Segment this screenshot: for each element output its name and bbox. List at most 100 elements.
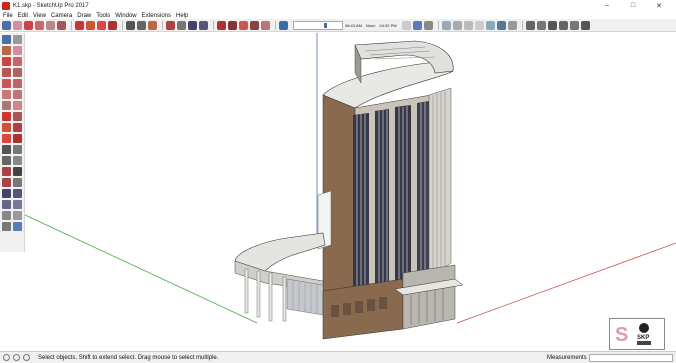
- rectangle-tool-icon[interactable]: [2, 68, 11, 77]
- shapes-tool-icon[interactable]: [46, 20, 55, 30]
- move-tool-icon[interactable]: [75, 20, 84, 30]
- maximize-button[interactable]: □: [620, 0, 646, 11]
- position-camera-icon[interactable]: [2, 211, 11, 220]
- top-view-icon[interactable]: [536, 20, 546, 30]
- move-tool-icon[interactable]: [2, 112, 11, 121]
- share-model-icon[interactable]: [228, 20, 237, 30]
- line-tool-icon[interactable]: [2, 57, 11, 66]
- arc-tool-icon[interactable]: [35, 20, 44, 30]
- pie-tool-icon[interactable]: [13, 101, 22, 110]
- shadow-time-start: 06:43 AM: [345, 22, 362, 28]
- monochrome-icon[interactable]: [507, 20, 517, 30]
- menu-file[interactable]: File: [3, 13, 13, 19]
- front-view-icon[interactable]: [547, 20, 557, 30]
- menu-view[interactable]: View: [33, 13, 46, 19]
- menu-extensions[interactable]: Extensions: [142, 13, 171, 19]
- protractor-tool-icon[interactable]: [2, 156, 11, 165]
- line-tool-icon[interactable]: [24, 20, 33, 30]
- polygon-tool-icon[interactable]: [13, 79, 22, 88]
- arc-tool-icon[interactable]: [2, 90, 11, 99]
- zoom-tool-icon[interactable]: [188, 20, 197, 30]
- shaded-textures-icon[interactable]: [496, 20, 506, 30]
- zoom-tool-icon[interactable]: [2, 189, 11, 198]
- push-pull-tool-icon[interactable]: [57, 20, 66, 30]
- layout-icon[interactable]: [250, 20, 259, 30]
- paint-bucket-icon[interactable]: [148, 20, 157, 30]
- scale-tool-icon[interactable]: [2, 134, 11, 143]
- model-viewport[interactable]: [25, 33, 676, 351]
- menu-edit[interactable]: Edit: [18, 13, 28, 19]
- pan-tool-icon[interactable]: [177, 20, 186, 30]
- select-tool-icon[interactable]: [2, 35, 11, 44]
- scale-tool-icon[interactable]: [97, 20, 106, 30]
- tape-measure-icon[interactable]: [2, 145, 11, 154]
- dimension-tool-icon[interactable]: [13, 145, 22, 154]
- freehand-tool-icon[interactable]: [13, 57, 22, 66]
- rotate-tool-icon[interactable]: [86, 20, 95, 30]
- shadow-date-slider[interactable]: [293, 20, 343, 30]
- look-around-icon[interactable]: [13, 211, 22, 220]
- offset-tool-icon[interactable]: [108, 20, 117, 30]
- text-tool-icon[interactable]: [137, 20, 146, 30]
- measurements-input[interactable]: [589, 354, 673, 362]
- rotate-tool-icon[interactable]: [2, 123, 11, 132]
- text-tool-icon[interactable]: [13, 156, 22, 165]
- shadows-toggle-icon[interactable]: [279, 20, 288, 30]
- display-section-icon[interactable]: [423, 20, 433, 30]
- section-plane-icon[interactable]: [412, 20, 422, 30]
- component-tool-icon[interactable]: [13, 35, 22, 44]
- two-point-arc-icon[interactable]: [13, 90, 22, 99]
- push-pull-tool-icon[interactable]: [13, 112, 22, 121]
- three-point-arc-icon[interactable]: [2, 101, 11, 110]
- menu-tools[interactable]: Tools: [96, 13, 110, 19]
- back-edges-icon[interactable]: [452, 20, 462, 30]
- circle-tool-icon[interactable]: [2, 79, 11, 88]
- iso-view-icon[interactable]: [525, 20, 535, 30]
- menu-draw[interactable]: Draw: [77, 13, 91, 19]
- select-tool-icon[interactable]: [2, 20, 11, 30]
- pan-tool-icon[interactable]: [13, 178, 22, 187]
- extension-warehouse-icon[interactable]: [239, 20, 248, 30]
- hidden-line-icon[interactable]: [474, 20, 484, 30]
- menu-window[interactable]: Window: [115, 13, 136, 19]
- right-view-icon[interactable]: [558, 20, 568, 30]
- fog-toggle-icon[interactable]: [401, 20, 411, 30]
- orbit-tool-icon[interactable]: [166, 20, 175, 30]
- red-axis: [456, 242, 676, 324]
- back-view-icon[interactable]: [569, 20, 579, 30]
- axes-tool-icon[interactable]: [2, 167, 11, 176]
- warehouse-icon[interactable]: [217, 20, 226, 30]
- minimize-button[interactable]: –: [594, 0, 620, 11]
- shadow-settings-panel: 06:43 AM Noon 04:32 PM: [293, 20, 399, 31]
- eraser-tool-icon[interactable]: [13, 46, 22, 55]
- geolocation-icon[interactable]: [3, 354, 10, 361]
- credits-icon[interactable]: [13, 354, 20, 361]
- orbit-tool-icon[interactable]: [2, 178, 11, 187]
- zoom-extents-icon[interactable]: [2, 200, 11, 209]
- large-tool-set: [0, 33, 25, 252]
- eraser-tool-icon[interactable]: [13, 20, 22, 30]
- left-view-icon[interactable]: [580, 20, 590, 30]
- xray-style-icon[interactable]: [441, 20, 451, 30]
- menu-help[interactable]: Help: [176, 13, 188, 19]
- offset-tool-icon[interactable]: [13, 134, 22, 143]
- section-plane-icon[interactable]: [13, 222, 22, 231]
- help-icon[interactable]: [23, 354, 30, 361]
- tape-measure-icon[interactable]: [126, 20, 135, 30]
- menu-camera[interactable]: Camera: [51, 13, 72, 19]
- paint-bucket-icon[interactable]: [2, 46, 11, 55]
- close-button[interactable]: ✕: [646, 0, 672, 11]
- sketchup-app-icon: [2, 1, 10, 10]
- zoom-extents-icon[interactable]: [199, 20, 208, 30]
- shaded-icon[interactable]: [485, 20, 495, 30]
- follow-me-icon[interactable]: [13, 123, 22, 132]
- previous-view-icon[interactable]: [13, 200, 22, 209]
- rotated-rectangle-icon[interactable]: [13, 68, 22, 77]
- 3d-text-icon[interactable]: [13, 167, 22, 176]
- skp-watermark: S SKP: [609, 318, 665, 350]
- extension-manager-icon[interactable]: [261, 20, 270, 30]
- walk-tool-icon[interactable]: [2, 222, 11, 231]
- tower-model: [234, 40, 464, 340]
- wireframe-icon[interactable]: [463, 20, 473, 30]
- zoom-window-icon[interactable]: [13, 189, 22, 198]
